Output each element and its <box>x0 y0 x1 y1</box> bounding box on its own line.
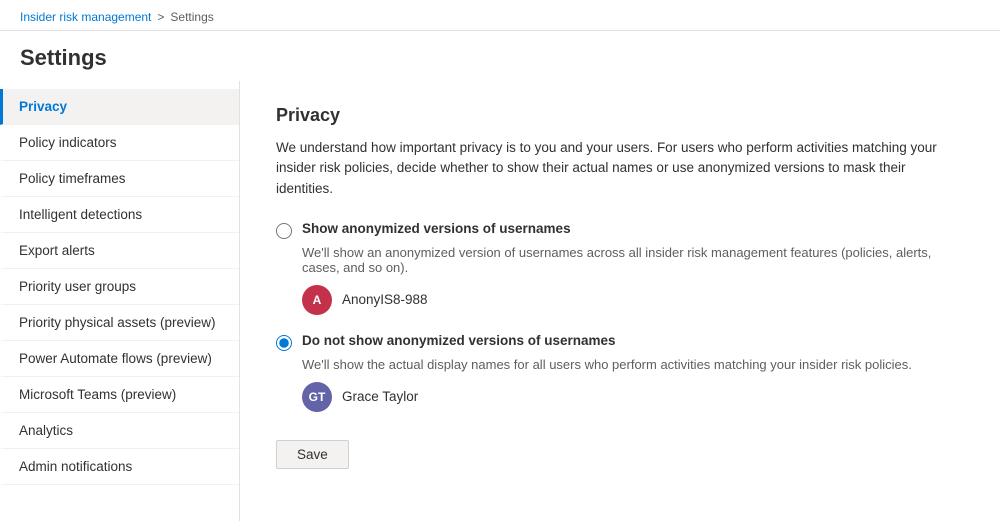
sidebar-item-intelligent-detections[interactable]: Intelligent detections <box>0 197 239 233</box>
user-pill-anon: A AnonyIS8-988 <box>302 285 964 315</box>
content-title: Privacy <box>276 105 964 126</box>
breadcrumb: Insider risk management > Settings <box>20 10 980 24</box>
sidebar-item-analytics[interactable]: Analytics <box>0 413 239 449</box>
avatar-grace: GT <box>302 382 332 412</box>
sidebar-item-power-automate-flows[interactable]: Power Automate flows (preview) <box>0 341 239 377</box>
breadcrumb-separator: > <box>157 10 164 24</box>
option-group-not-anonymized: Do not show anonymized versions of usern… <box>276 333 964 412</box>
sidebar-item-privacy[interactable]: Privacy <box>0 89 239 125</box>
user-pill-grace: GT Grace Taylor <box>302 382 964 412</box>
radio-do-not-show-anonymized[interactable] <box>276 335 292 351</box>
sidebar-item-policy-indicators[interactable]: Policy indicators <box>0 125 239 161</box>
sidebar-item-policy-timeframes[interactable]: Policy timeframes <box>0 161 239 197</box>
option-label-do-not-show-anonymized: Do not show anonymized versions of usern… <box>302 333 616 348</box>
option-group-anonymized: Show anonymized versions of usernames We… <box>276 221 964 315</box>
content-area: Privacy We understand how important priv… <box>240 81 1000 521</box>
user-name-anon: AnonyIS8-988 <box>342 292 428 307</box>
sidebar-item-microsoft-teams[interactable]: Microsoft Teams (preview) <box>0 377 239 413</box>
page-title: Settings <box>0 31 1000 81</box>
sidebar-item-export-alerts[interactable]: Export alerts <box>0 233 239 269</box>
sidebar-item-admin-notifications[interactable]: Admin notifications <box>0 449 239 485</box>
sidebar-item-priority-user-groups[interactable]: Priority user groups <box>0 269 239 305</box>
option-desc-show-anonymized: We'll show an anonymized version of user… <box>302 245 964 275</box>
sidebar-item-priority-physical-assets[interactable]: Priority physical assets (preview) <box>0 305 239 341</box>
sidebar: PrivacyPolicy indicatorsPolicy timeframe… <box>0 81 240 521</box>
radio-show-anonymized[interactable] <box>276 223 292 239</box>
save-button[interactable]: Save <box>276 440 349 469</box>
option-label-show-anonymized: Show anonymized versions of usernames <box>302 221 571 236</box>
option-desc-do-not-show-anonymized: We'll show the actual display names for … <box>302 357 964 372</box>
option-row-show-anonymized: Show anonymized versions of usernames <box>276 221 964 239</box>
content-description: We understand how important privacy is t… <box>276 138 964 199</box>
avatar-anon: A <box>302 285 332 315</box>
user-name-grace: Grace Taylor <box>342 389 418 404</box>
breadcrumb-current: Settings <box>170 10 213 24</box>
breadcrumb-parent[interactable]: Insider risk management <box>20 10 151 24</box>
option-row-do-not-show-anonymized: Do not show anonymized versions of usern… <box>276 333 964 351</box>
